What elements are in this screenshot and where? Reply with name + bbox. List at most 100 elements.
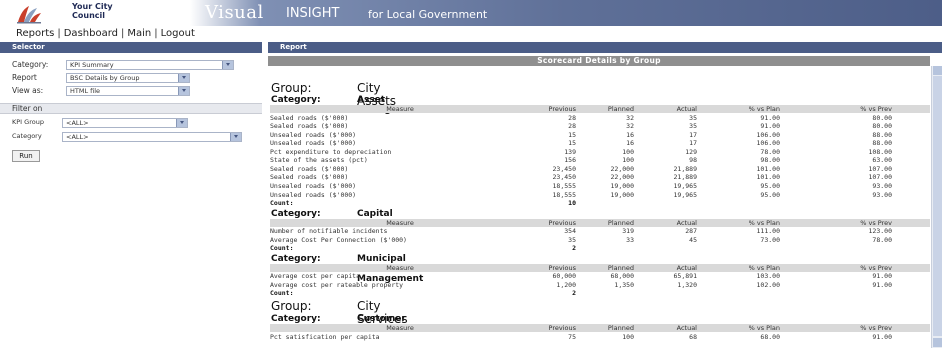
column-header-pct-vs-plan: % vs Plan	[748, 324, 780, 332]
cell-actual: 21,889	[673, 164, 697, 173]
cell-pct-vs-plan: 102.00	[756, 280, 780, 289]
scrollbar-thumb[interactable]	[933, 76, 942, 336]
chevron-down-icon	[222, 61, 233, 69]
cell-actual: 45	[689, 235, 697, 244]
category-select[interactable]: KPI Summary	[66, 60, 234, 70]
nav-dashboard-link[interactable]: Dashboard	[64, 28, 118, 39]
category-label: Category:	[271, 208, 321, 219]
scroll-up-icon[interactable]	[933, 66, 942, 75]
report-scrollbar[interactable]	[931, 66, 942, 348]
table-row: Unsealed roads ($'000) 18,555 19,000 19,965…	[270, 182, 930, 190]
cell-previous: 75	[568, 332, 576, 341]
cell-measure: Unsealed roads ($'000)	[270, 139, 357, 148]
column-header-previous: Previous	[548, 218, 576, 227]
cell-planned: 68,000	[610, 272, 634, 281]
scroll-down-icon[interactable]	[933, 338, 942, 347]
chevron-down-icon	[178, 87, 189, 95]
column-header-measure: Measure	[386, 324, 414, 332]
table-header: Measure Previous Planned Actual % vs Plan % v…	[270, 218, 930, 227]
cell-measure: Average cost per rateable property	[270, 280, 404, 289]
cell-measure: Sealed roads ($'000)	[270, 113, 349, 122]
column-header-actual: Actual	[676, 324, 697, 332]
nav-logout-link[interactable]: Logout	[161, 28, 195, 39]
cell-pct-vs-plan: 95.00	[760, 190, 780, 199]
column-header-actual: Actual	[676, 263, 697, 272]
header-banner: Your City Council Visual INSIGHT for Loc…	[0, 0, 942, 26]
filter-category-select-value: <ALL>	[66, 133, 89, 141]
cell-previous: 156	[564, 156, 576, 165]
column-header-measure: Measure	[386, 263, 414, 272]
cell-planned: 319	[622, 227, 634, 236]
column-header-previous: Previous	[548, 105, 576, 113]
group-label: Group:	[271, 299, 312, 313]
chevron-down-icon	[178, 74, 189, 82]
cell-previous: 354	[564, 227, 576, 236]
cell-pct-vs-plan: 98.00	[760, 156, 780, 165]
table-header: Measure Previous Planned Actual % vs Plan % v…	[270, 105, 930, 113]
group-title: Group: City Assets	[271, 82, 396, 108]
cell-pct-vs-prev: 80.00	[872, 122, 892, 131]
column-header-pct-vs-plan: % vs Plan	[748, 263, 780, 272]
cell-actual: 98	[689, 156, 697, 165]
cell-planned: 100	[622, 147, 634, 156]
cell-previous: 23,450	[552, 173, 576, 182]
column-header-planned: Planned	[607, 263, 634, 272]
kpigroup-select[interactable]: <ALL>	[62, 118, 188, 128]
viewas-select[interactable]: HTML file	[66, 86, 190, 96]
cell-actual: 17	[689, 130, 697, 139]
council-logo-icon	[17, 6, 41, 24]
cell-previous: 15	[568, 130, 576, 139]
category-label: Category:	[271, 253, 321, 264]
table-header: Measure Previous Planned Actual % vs Plan % v…	[270, 263, 930, 272]
cell-pct-vs-prev: 63.00	[872, 156, 892, 165]
filter-header: Filter on	[0, 103, 262, 114]
column-header-pct-vs-prev: % vs Prev	[860, 263, 892, 272]
table-row: State of the assets (pct) 156 100 98 98.00 63…	[270, 156, 930, 164]
cell-planned: 16	[626, 130, 634, 139]
cell-measure: Sealed roads ($'000)	[270, 164, 349, 173]
column-header-pct-vs-prev: % vs Prev	[860, 105, 892, 113]
category-select-value: KPI Summary	[70, 61, 114, 69]
cell-pct-vs-prev: 88.00	[872, 139, 892, 148]
table-row: Sealed roads ($'000) 23,450 22,000 21,889 10…	[270, 173, 930, 181]
count-value: 2	[572, 289, 576, 298]
group-title: Group: City Services	[271, 299, 408, 326]
cell-pct-vs-prev: 91.00	[872, 272, 892, 281]
cell-measure: Sealed roads ($'000)	[270, 173, 349, 182]
cell-pct-vs-prev: 93.00	[872, 181, 892, 190]
count-label: Count:	[270, 199, 294, 208]
report-select[interactable]: BSC Details by Group	[66, 73, 190, 83]
column-header-measure: Measure	[386, 105, 414, 113]
brand-subtitle: for Local Government	[368, 8, 488, 21]
chevron-down-icon	[230, 133, 241, 141]
filter-category-select[interactable]: <ALL>	[62, 132, 242, 142]
cell-previous: 18,555	[552, 190, 576, 199]
category-label: Category:	[12, 60, 49, 69]
cell-previous: 28	[568, 122, 576, 131]
run-button[interactable]: Run	[12, 150, 40, 162]
category-label: Category:	[271, 314, 321, 324]
table-row: Sealed roads ($'000) 28 32 35 91.00 80.00	[270, 114, 930, 122]
column-header-planned: Planned	[607, 105, 634, 113]
count-row: Count: 10	[270, 199, 930, 207]
cell-actual: 17	[689, 139, 697, 148]
nav-reports-link[interactable]: Reports	[16, 28, 54, 39]
council-line-2: Council	[72, 11, 105, 20]
cell-pct-vs-prev: 108.00	[868, 147, 892, 156]
column-header-planned: Planned	[607, 324, 634, 332]
cell-pct-vs-prev: 88.00	[872, 130, 892, 139]
cell-pct-vs-plan: 95.00	[760, 181, 780, 190]
table-row: Unsealed roads ($'000) 15 16 17 106.00 88.00	[270, 139, 930, 147]
column-header-pct-vs-plan: % vs Plan	[748, 105, 780, 113]
cell-measure: Sealed roads ($'000)	[270, 122, 349, 131]
nav-main-link[interactable]: Main	[127, 28, 151, 39]
table-row: Average cost per capita 60,000 68,000 65,89…	[270, 272, 930, 280]
column-header-pct-vs-plan: % vs Plan	[748, 218, 780, 227]
cell-previous: 23,450	[552, 164, 576, 173]
cell-previous: 60,000	[552, 272, 576, 281]
cell-pct-vs-prev: 107.00	[868, 164, 892, 173]
cell-pct-vs-plan: 111.00	[756, 227, 780, 236]
column-header-measure: Measure	[386, 218, 414, 227]
cell-measure: Pct satisfication per capita	[270, 332, 380, 341]
table-row: Pct expenditure to depreciation 139 100 129…	[270, 148, 930, 156]
